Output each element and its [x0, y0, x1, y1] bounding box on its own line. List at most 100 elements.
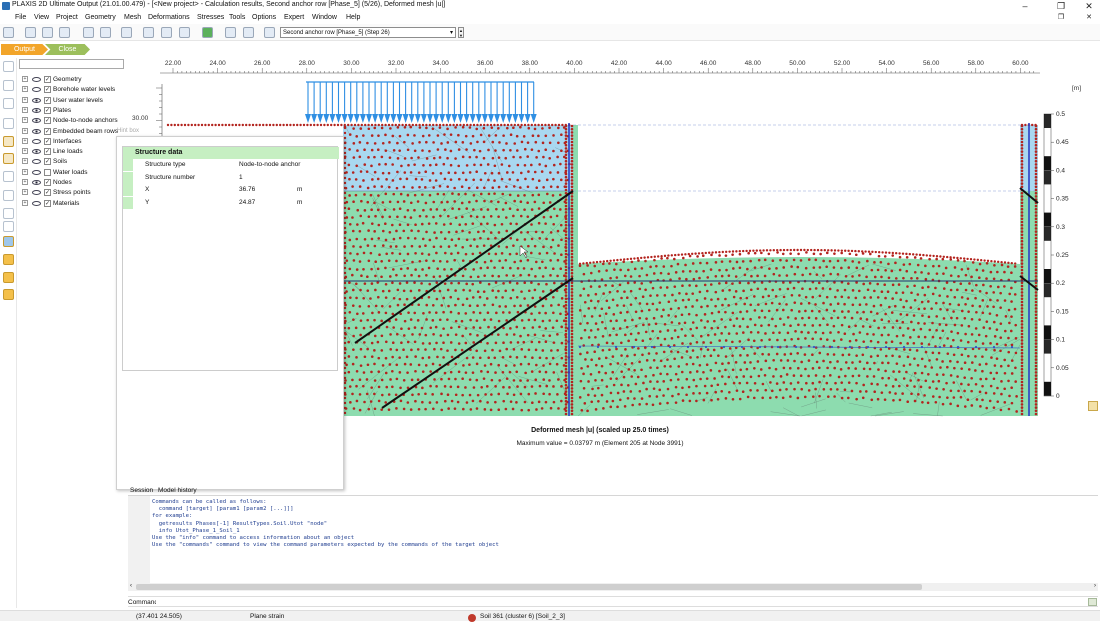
tree-item-nodes[interactable]: +✓Nodes — [19, 178, 123, 188]
menu-file[interactable]: File — [15, 14, 26, 21]
tree-item-embedded-beam-rows[interactable]: +✓Embedded beam rows — [19, 127, 123, 137]
scan-icon[interactable] — [3, 136, 14, 147]
cross-section-icon[interactable] — [3, 118, 14, 129]
menu-options[interactable]: Options — [252, 14, 276, 21]
tree-item-water-loads[interactable]: +Water loads — [19, 168, 123, 178]
expand-icon[interactable]: + — [22, 86, 28, 92]
label-icon[interactable] — [3, 272, 14, 283]
eye-icon[interactable] — [32, 149, 41, 154]
mdi-restore-icon[interactable]: ❐ — [1054, 12, 1068, 24]
eye-icon[interactable] — [32, 77, 41, 82]
tree-item-geometry[interactable]: +✓Geometry — [19, 75, 123, 85]
expand-icon[interactable]: + — [22, 179, 28, 185]
zoom-fit-icon[interactable] — [179, 27, 190, 38]
expand-icon[interactable]: + — [22, 128, 28, 134]
tree-item-node-to-node-anchors[interactable]: +✓Node-to-node anchors — [19, 116, 123, 126]
expand-icon[interactable]: + — [22, 76, 28, 82]
expand-icon[interactable]: + — [22, 107, 28, 113]
expand-icon[interactable]: + — [22, 169, 28, 175]
eye-icon[interactable] — [32, 87, 41, 92]
tree-item-stress-points[interactable]: +✓Stress points — [19, 188, 123, 198]
tab-output[interactable]: Output — [1, 44, 48, 55]
tab-session[interactable]: Session — [130, 487, 153, 494]
menu-expert[interactable]: Expert — [284, 14, 304, 21]
tree-checkbox[interactable]: ✓ — [44, 86, 51, 93]
tree-checkbox[interactable]: ✓ — [44, 97, 51, 104]
zoom-window-icon[interactable] — [83, 27, 94, 38]
tree-filter-input[interactable] — [19, 59, 124, 69]
command-input[interactable] — [156, 598, 1086, 606]
menu-window[interactable]: Window — [312, 14, 337, 21]
eye-icon[interactable] — [32, 170, 41, 175]
zoom-in-icon[interactable] — [143, 27, 154, 38]
tree-checkbox[interactable]: ✓ — [44, 128, 51, 135]
tree-checkbox[interactable]: ✓ — [44, 179, 51, 186]
eye-icon[interactable] — [32, 139, 41, 144]
expand-icon[interactable]: + — [22, 200, 28, 206]
menu-project[interactable]: Project — [56, 14, 78, 21]
menu-tools[interactable]: Tools — [229, 14, 245, 21]
tree-checkbox[interactable]: ✓ — [44, 189, 51, 196]
expand-icon[interactable]: + — [22, 189, 28, 195]
tree-item-soils[interactable]: +✓Soils — [19, 157, 123, 167]
mdi-close-icon[interactable]: ✕ — [1082, 12, 1096, 24]
tree-item-borehole-water-levels[interactable]: +✓Borehole water levels — [19, 85, 123, 95]
scroll-left-icon[interactable]: ‹ — [130, 583, 132, 589]
step-stepper[interactable]: ▲▼ — [458, 27, 464, 38]
scroll-right-icon[interactable]: › — [1094, 583, 1096, 589]
eye-icon[interactable] — [32, 159, 41, 164]
export-icon[interactable] — [59, 27, 70, 38]
node-icon[interactable] — [3, 221, 14, 232]
eye-icon[interactable] — [32, 118, 41, 123]
tree-checkbox[interactable]: ✓ — [44, 107, 51, 114]
info-icon[interactable] — [3, 236, 14, 247]
expand-icon[interactable]: + — [22, 138, 28, 144]
open-project-icon[interactable] — [3, 27, 14, 38]
point-icon[interactable] — [3, 98, 14, 109]
hide-icon[interactable] — [3, 208, 14, 219]
tree-checkbox[interactable]: ✓ — [44, 200, 51, 207]
eye-icon[interactable] — [32, 108, 41, 113]
menu-stresses[interactable]: Stresses — [197, 14, 224, 21]
session-console[interactable]: Commands can be called as follows: comma… — [128, 495, 1098, 583]
settings-icon[interactable] — [243, 27, 254, 38]
menu-deformations[interactable]: Deformations — [148, 14, 190, 21]
menu-view[interactable]: View — [34, 14, 49, 21]
tree-item-interfaces[interactable]: +✓Interfaces — [19, 137, 123, 147]
horizontal-scrollbar[interactable]: ‹ › — [128, 583, 1098, 591]
tree-checkbox[interactable] — [44, 169, 51, 176]
select-icon[interactable] — [3, 61, 14, 72]
eye-icon[interactable] — [32, 129, 41, 134]
tab-model-history[interactable]: Model history — [158, 487, 197, 494]
expand-icon[interactable]: + — [22, 158, 28, 164]
phase-select[interactable]: Second anchor row [Phase_5] (Step 26)▾ — [280, 27, 456, 38]
select-phase-icon[interactable] — [264, 27, 275, 38]
expand-icon[interactable]: + — [22, 148, 28, 154]
scroll-thumb[interactable] — [136, 584, 922, 590]
tree-item-line-loads[interactable]: +✓Line loads — [19, 147, 123, 157]
line-icon[interactable] — [3, 171, 14, 182]
tree-checkbox[interactable]: ✓ — [44, 148, 51, 155]
zoom-out-icon[interactable] — [161, 27, 172, 38]
eye-icon[interactable] — [32, 180, 41, 185]
tree-item-plates[interactable]: +✓Plates — [19, 106, 123, 116]
distance-icon[interactable] — [3, 80, 14, 91]
expand-icon[interactable]: + — [22, 117, 28, 123]
menu-mesh[interactable]: Mesh — [124, 14, 141, 21]
print-icon[interactable] — [42, 27, 53, 38]
pan-icon[interactable] — [100, 27, 111, 38]
tree-checkbox[interactable]: ✓ — [44, 158, 51, 165]
tree-item-user-water-levels[interactable]: +✓User water levels — [19, 96, 123, 106]
curve-icon[interactable] — [3, 190, 14, 201]
add-curve-icon[interactable] — [202, 27, 213, 38]
rotate-icon[interactable] — [121, 27, 132, 38]
fill-icon[interactable] — [3, 153, 14, 164]
ruler-icon[interactable] — [3, 254, 14, 265]
side-panel-icon[interactable] — [1088, 401, 1098, 411]
menu-help[interactable]: Help — [346, 14, 360, 21]
tree-checkbox[interactable]: ✓ — [44, 117, 51, 124]
tab-close[interactable]: Close — [45, 44, 90, 55]
restore-icon[interactable]: ❐ — [1054, 0, 1068, 12]
minimize-icon[interactable]: – — [1018, 0, 1032, 12]
close-window-icon[interactable]: ✕ — [1082, 0, 1096, 12]
